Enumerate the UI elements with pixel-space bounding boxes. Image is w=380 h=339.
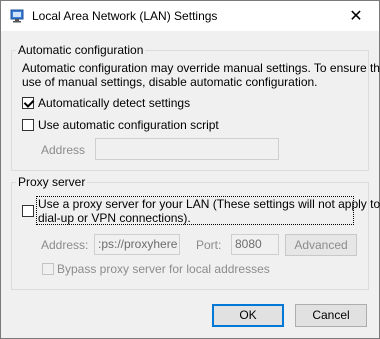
bypass-local-checkbox[interactable] — [42, 263, 54, 275]
auto-config-description-line2: use of manual settings, disable automati… — [22, 75, 318, 89]
proxy-address-input[interactable]: :ps://proxyhere — [94, 234, 180, 255]
auto-detect-label[interactable]: Automatically detect settings — [38, 96, 190, 110]
auto-config-description-line1: Automatic configuration may override man… — [22, 61, 380, 75]
proxy-port-label: Port: — [196, 238, 222, 252]
close-button[interactable]: ✕ — [333, 1, 379, 31]
auto-config-script-label[interactable]: Use automatic configuration script — [38, 118, 219, 132]
auto-config-script-checkbox[interactable] — [22, 119, 34, 131]
advanced-button[interactable]: Advanced — [285, 234, 357, 256]
ok-button[interactable]: OK — [212, 304, 284, 327]
use-proxy-checkbox[interactable] — [22, 205, 34, 217]
auto-detect-checkbox[interactable] — [22, 97, 34, 109]
cancel-button[interactable]: Cancel — [295, 304, 367, 327]
network-settings-icon — [10, 9, 24, 23]
use-proxy-label-line2[interactable]: dial-up or VPN connections). — [38, 211, 191, 225]
proxy-port-input[interactable]: 8080 — [231, 234, 279, 255]
window-title: Local Area Network (LAN) Settings — [32, 9, 218, 23]
automatic-configuration-legend: Automatic configuration — [18, 43, 144, 57]
bypass-local-label[interactable]: Bypass proxy server for local addresses — [57, 262, 270, 276]
proxy-address-label: Address: — [41, 238, 89, 252]
use-proxy-label-line1[interactable]: Use a proxy server for your LAN (These s… — [38, 197, 380, 211]
script-address-label: Address — [41, 143, 86, 157]
close-icon: ✕ — [349, 8, 363, 25]
lan-settings-dialog: Local Area Network (LAN) Settings ✕ Auto… — [0, 0, 380, 339]
title-bar: Local Area Network (LAN) Settings ✕ — [1, 1, 379, 31]
proxy-server-legend: Proxy server — [18, 175, 86, 189]
script-address-input[interactable] — [95, 138, 279, 160]
